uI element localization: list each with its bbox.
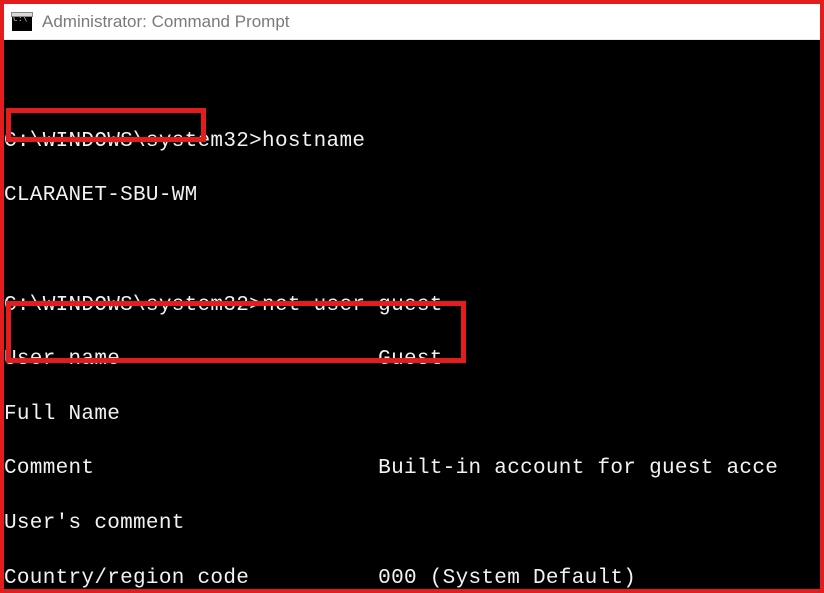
command-prompt-window: Administrator: Command Prompt C:\WINDOWS… (0, 0, 824, 593)
label-comment: Comment (4, 457, 378, 480)
value-user-name: Guest (378, 348, 443, 371)
terminal-output[interactable]: C:\WINDOWS\system32>hostname CLARANET-SB… (4, 40, 820, 589)
cmd-icon (12, 13, 32, 31)
command-net-user: net user guest (262, 294, 443, 317)
command-hostname: hostname (262, 130, 365, 153)
titlebar[interactable]: Administrator: Command Prompt (4, 4, 820, 40)
value-comment: Built-in account for guest acce (378, 457, 778, 480)
prompt: C:\WINDOWS\system32> (4, 294, 262, 317)
hostname-output: CLARANET-SBU-WM (4, 184, 198, 207)
value-country: 000 (System Default) (378, 567, 636, 589)
prompt: C:\WINDOWS\system32> (4, 130, 262, 153)
label-country: Country/region code (4, 567, 378, 589)
label-full-name: Full Name (4, 403, 378, 426)
label-user-name: User name (4, 348, 378, 371)
label-user-comment: User's comment (4, 512, 378, 535)
window-title: Administrator: Command Prompt (42, 12, 290, 32)
